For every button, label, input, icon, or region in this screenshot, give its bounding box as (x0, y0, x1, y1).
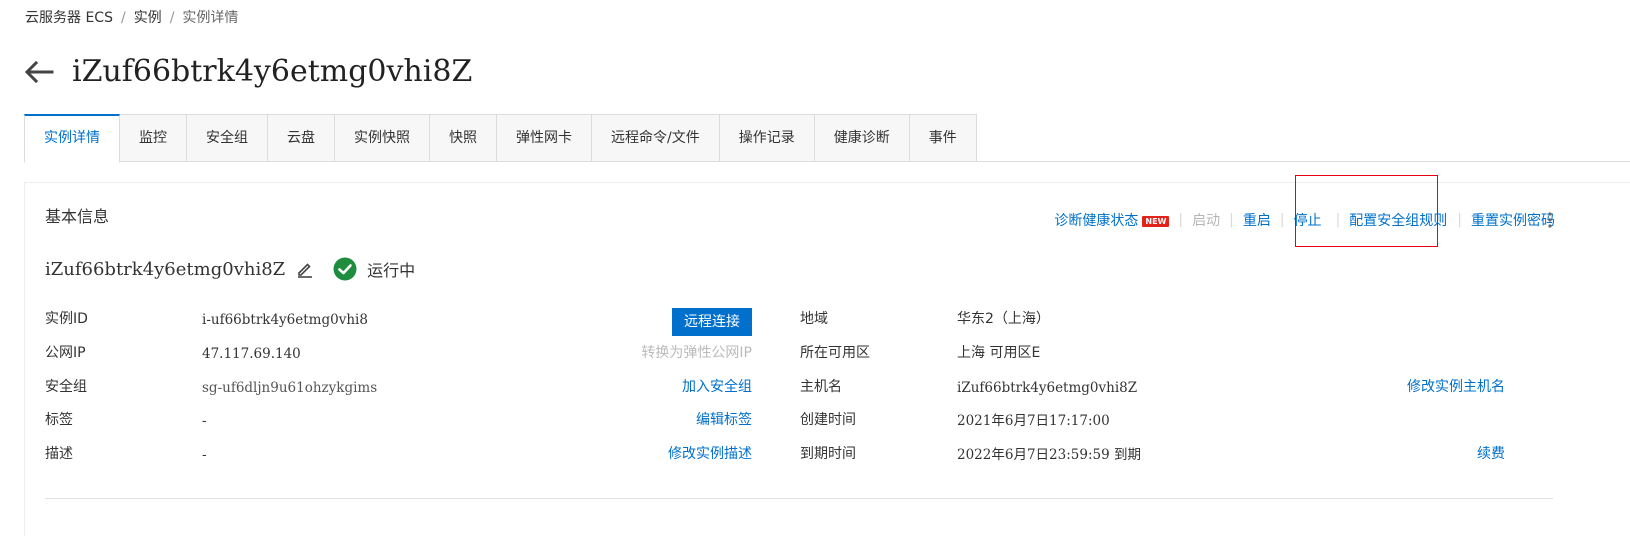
tags-label: 标签 (45, 412, 73, 428)
zone-value: 上海 可用区E (957, 345, 1041, 361)
action-divider: | (1279, 212, 1285, 228)
breadcrumb-separator: / (169, 10, 175, 26)
expire-time-label: 到期时间 (800, 446, 856, 462)
edit-pencil-icon[interactable] (296, 260, 314, 278)
instance-id-label: 实例ID (45, 311, 88, 327)
reset-password-button[interactable]: 重置实例密码 (1471, 210, 1555, 230)
hostname-label: 主机名 (800, 379, 842, 395)
page-title: iZuf66btrk4y6etmg0vhi8Z (72, 54, 473, 89)
created-time-value: 2021年6月7日17:17:00 (957, 413, 1110, 429)
join-security-group-link[interactable]: 加入安全组 (682, 377, 752, 397)
tab-snapshots[interactable]: 快照 (430, 114, 497, 162)
edit-description-link[interactable]: 修改实例描述 (668, 444, 752, 464)
section-divider (45, 498, 1553, 499)
instance-name-row: iZuf66btrk4y6etmg0vhi8Z 运行中 (45, 255, 415, 283)
tab-instance-details[interactable]: 实例详情 (24, 114, 120, 163)
description-value: - (202, 447, 207, 463)
hostname-value: iZuf66btrk4y6etmg0vhi8Z (957, 380, 1138, 396)
remote-connect-button[interactable]: 远程连接 (672, 308, 752, 336)
page: 云服务器 ECS / 实例 / 实例详情 iZuf66btrk4y6etmg0vhi8Z… (0, 0, 1630, 536)
action-divider: | (1457, 212, 1462, 228)
region-value: 华东2（上海） (957, 311, 1050, 327)
tab-operation-logs[interactable]: 操作记录 (719, 114, 815, 162)
status-text: 运行中 (367, 261, 416, 280)
convert-eip-link[interactable]: 转换为弹性公网IP (641, 343, 752, 363)
renew-link[interactable]: 续费 (1477, 444, 1505, 464)
tab-events[interactable]: 事件 (909, 114, 977, 162)
tab-instance-snapshots[interactable]: 实例快照 (335, 114, 430, 162)
security-group-value: sg-uf6dljn9u61ohzykgims (202, 380, 378, 396)
more-vertical-icon[interactable] (1548, 212, 1552, 232)
tags-value: - (202, 413, 207, 429)
instance-id-value: i-uf66btrk4y6etmg0vhi8 (202, 312, 368, 328)
instance-name: iZuf66btrk4y6etmg0vhi8Z (45, 258, 286, 280)
breadcrumb: 云服务器 ECS / 实例 / 实例详情 (25, 8, 238, 28)
region-label: 地域 (800, 311, 828, 327)
tab-bar: 实例详情 监控 安全组 云盘 实例快照 快照 弹性网卡 远程命令/文件 操作记录… (24, 114, 977, 163)
security-group-label: 安全组 (45, 379, 87, 395)
edit-tags-link[interactable]: 编辑标签 (696, 410, 752, 430)
action-bar: 诊断健康状态 NEW | 启动 | 重启 | 停止 | 配置安全组规则 | 重置实… (1054, 210, 1555, 230)
arrow-left-icon[interactable] (24, 60, 54, 84)
breadcrumb-current: 实例详情 (182, 10, 239, 26)
zone-label: 所在可用区 (800, 345, 870, 361)
public-ip-value: 47.117.69.140 (202, 346, 301, 362)
section-title: 基本信息 (45, 207, 110, 226)
start-button[interactable]: 启动 (1192, 210, 1220, 230)
action-divider: | (1229, 212, 1234, 228)
action-divider: | (1178, 212, 1184, 228)
edit-hostname-link[interactable]: 修改实例主机名 (1407, 377, 1505, 397)
description-label: 描述 (45, 446, 73, 462)
diagnose-health-label: 诊断健康状态 (1054, 213, 1139, 229)
tab-security-groups[interactable]: 安全组 (187, 114, 268, 162)
action-divider: | (1335, 212, 1341, 228)
restart-button[interactable]: 重启 (1243, 210, 1271, 230)
tab-monitoring[interactable]: 监控 (120, 114, 187, 162)
diagnose-health-button[interactable]: 诊断健康状态 NEW (1054, 210, 1170, 230)
page-header: iZuf66btrk4y6etmg0vhi8Z (24, 50, 472, 94)
tab-disks[interactable]: 云盘 (268, 114, 335, 162)
stop-button[interactable]: 停止 (1294, 210, 1322, 230)
config-security-rules-button[interactable]: 配置安全组规则 (1349, 210, 1447, 230)
breadcrumb-instances[interactable]: 实例 (134, 10, 162, 26)
breadcrumb-separator: / (120, 10, 126, 26)
basic-info-panel: 基本信息 诊断健康状态 NEW | 启动 | 重启 | 停止 | 配置安全组规则 … (24, 175, 1630, 536)
tab-health-diagnosis[interactable]: 健康诊断 (814, 114, 910, 162)
tab-eni[interactable]: 弹性网卡 (497, 114, 592, 162)
check-circle-icon (333, 257, 357, 281)
breadcrumb-ecs[interactable]: 云服务器 ECS (25, 10, 113, 26)
created-time-label: 创建时间 (800, 412, 856, 428)
expire-time-value: 2022年6月7日23:59:59 到期 (957, 447, 1141, 463)
public-ip-label: 公网IP (45, 345, 86, 361)
new-badge: NEW (1142, 215, 1170, 227)
tab-remote-commands[interactable]: 远程命令/文件 (592, 114, 720, 162)
